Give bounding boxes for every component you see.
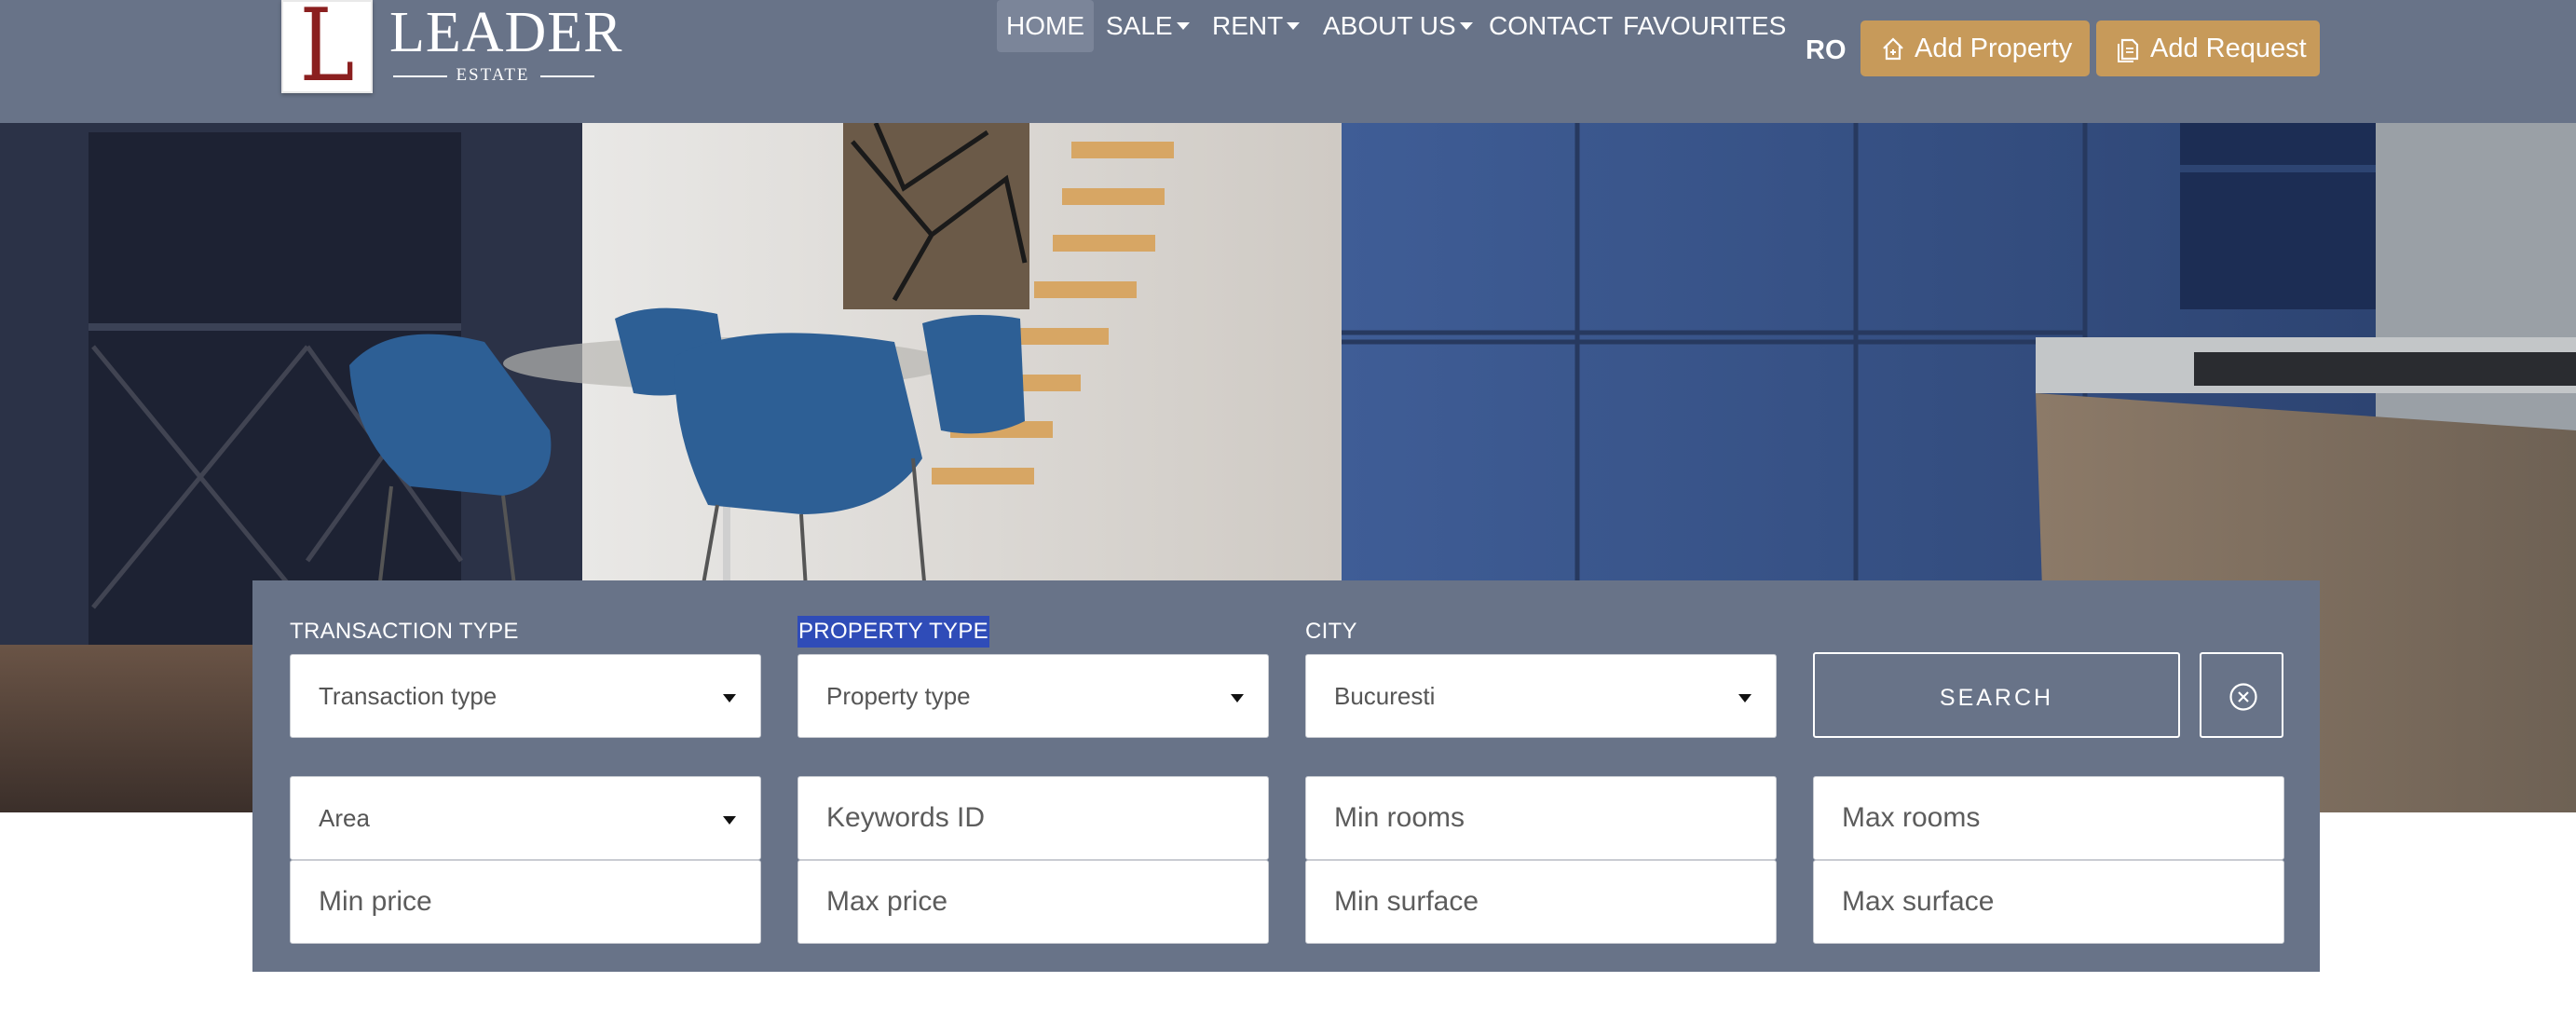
site-header: L LEADER ESTATE HOME SALE RENT ABOUT US … [0,0,2576,123]
document-icon [2118,38,2139,62]
close-circle-icon [2229,683,2257,711]
nav-sale[interactable]: SALE [1106,0,1190,52]
nav-contact[interactable]: CONTACT [1489,0,1613,52]
min-rooms-input[interactable]: Min rooms [1305,776,1777,860]
nav-favourites[interactable]: FAVOURITES [1623,0,1786,52]
search-button[interactable]: SEARCH [1813,652,2180,738]
min-surface-input[interactable]: Min surface [1305,860,1777,944]
min-price-input[interactable]: Min price [290,860,761,944]
city-select[interactable]: Bucuresti [1305,654,1777,738]
chevron-down-icon [723,694,736,702]
brand-logo[interactable]: L LEADER ESTATE [279,0,622,97]
home-icon [1883,37,1903,61]
transaction-type-select[interactable]: Transaction type [290,654,761,738]
property-type-select[interactable]: Property type [797,654,1269,738]
brand-subtitle: ESTATE [389,65,596,85]
add-request-button[interactable]: Add Request [2096,20,2320,76]
property-type-label: PROPERTY TYPE [797,616,989,648]
keywords-id-input[interactable]: Keywords ID [797,776,1269,860]
chevron-down-icon [723,816,736,825]
language-switch[interactable]: RO [1806,24,1847,76]
chevron-down-icon [1738,694,1751,702]
chevron-down-icon [1231,694,1244,702]
search-panel: TRANSACTION TYPE PROPERTY TYPE CITY Tran… [252,580,2320,972]
chevron-down-icon [1176,21,1190,30]
add-property-button[interactable]: Add Property [1860,20,2090,76]
brand-name: LEADER [389,1,623,64]
logo-mark: L [281,0,373,97]
transaction-type-label: TRANSACTION TYPE [290,619,519,644]
area-select[interactable]: Area [290,776,761,860]
nav-rent[interactable]: RENT [1212,0,1301,52]
nav-about-us[interactable]: ABOUT US [1323,0,1473,52]
nav-home[interactable]: HOME [997,0,1094,52]
max-price-input[interactable]: Max price [797,860,1269,944]
max-surface-input[interactable]: Max surface [1813,860,2284,944]
chevron-down-icon [1459,21,1473,30]
max-rooms-input[interactable]: Max rooms [1813,776,2284,860]
clear-filters-button[interactable] [2200,652,2283,738]
chevron-down-icon [1287,21,1301,30]
city-label: CITY [1305,619,1357,644]
